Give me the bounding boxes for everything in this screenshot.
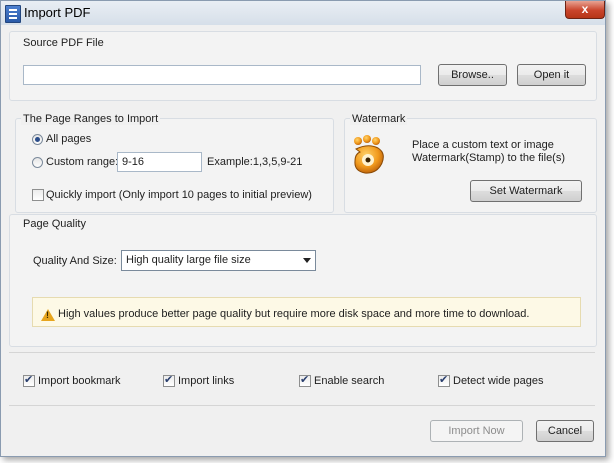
page-ranges-group-title: The Page Ranges to Import	[21, 113, 161, 125]
import-bookmark-checkbox[interactable]	[23, 373, 35, 387]
close-button[interactable]: x	[565, 1, 605, 19]
custom-range-radio[interactable]	[32, 157, 43, 168]
import-pdf-dialog: Import PDF x Source PDF File Browse.. Op…	[0, 0, 606, 457]
custom-range-label: Custom range:	[46, 156, 119, 168]
page-quality-group	[9, 214, 597, 347]
quick-import-label: Quickly import (Only import 10 pages to …	[46, 189, 312, 201]
quality-size-selected: High quality large file size	[126, 254, 251, 266]
chevron-down-icon[interactable]	[303, 258, 311, 263]
gimp-mascot-icon	[354, 135, 384, 174]
warning-icon	[41, 309, 55, 321]
quality-size-dropdown[interactable]: High quality large file size	[121, 250, 316, 271]
watermark-group-title: Watermark	[350, 113, 408, 125]
range-example-text: Example:1,3,5,9-21	[207, 156, 303, 168]
watermark-description-line2: Watermark(Stamp) to the file(s)	[412, 152, 566, 164]
quality-size-label: Quality And Size:	[33, 255, 117, 267]
title-bar: Import PDF x	[1, 1, 605, 25]
import-links-label: Import links	[178, 375, 235, 387]
enable-search-checkbox[interactable]	[299, 373, 311, 387]
all-pages-label: All pages	[46, 133, 92, 145]
source-pdf-group-title: Source PDF File	[23, 37, 104, 49]
page-quality-group-title: Page Quality	[23, 218, 86, 230]
import-links-checkbox[interactable]	[163, 373, 175, 387]
options-divider	[9, 352, 595, 353]
import-now-button[interactable]: Import Now	[430, 420, 523, 442]
detect-wide-pages-label: Detect wide pages	[453, 375, 544, 387]
custom-range-input[interactable]	[117, 152, 202, 172]
set-watermark-button[interactable]: Set Watermark	[470, 180, 582, 202]
enable-search-label: Enable search	[314, 375, 385, 387]
watermark-description-line1: Place a custom text or image	[412, 139, 554, 151]
quick-import-checkbox[interactable]	[32, 189, 44, 201]
pdf-path-input[interactable]	[23, 65, 421, 85]
quality-info-text: High values produce better page quality …	[58, 308, 530, 320]
window-title: Import PDF	[24, 5, 91, 20]
app-document-icon	[5, 5, 21, 23]
detect-wide-pages-checkbox[interactable]	[438, 373, 450, 387]
all-pages-radio[interactable]	[32, 134, 43, 145]
cancel-button[interactable]: Cancel	[536, 420, 594, 442]
import-bookmark-label: Import bookmark	[38, 375, 121, 387]
footer-divider	[9, 405, 595, 406]
browse-button[interactable]: Browse..	[438, 64, 507, 86]
open-it-button[interactable]: Open it	[517, 64, 586, 86]
quality-info-bar: High values produce better page quality …	[32, 297, 581, 327]
